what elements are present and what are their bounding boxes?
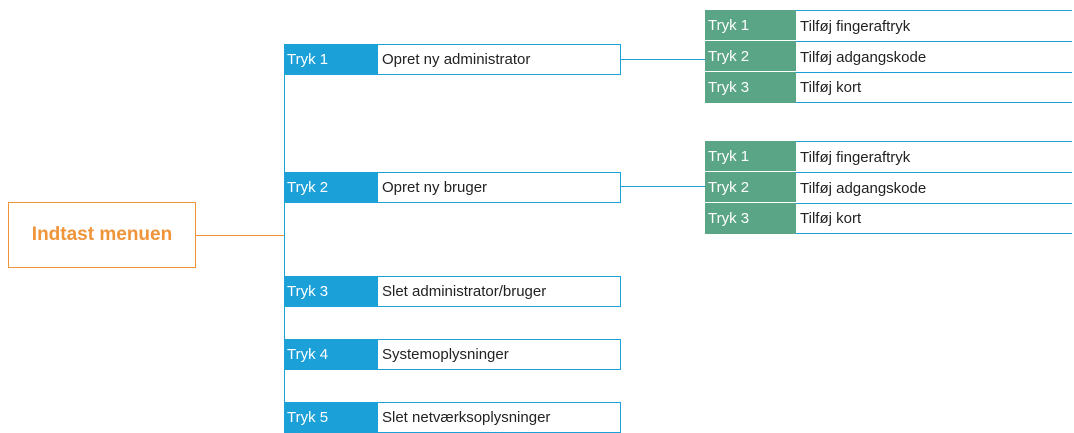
submenu-item-label: Tilføj adgangskode: [796, 172, 1072, 203]
submenu-item: Tryk 3 Tilføj kort: [705, 72, 1072, 103]
menu-item-key: Tryk 4: [284, 339, 378, 370]
menu-item-3: Tryk 3 Slet administrator/bruger: [284, 276, 621, 307]
menu-trunk: [284, 45, 285, 429]
submenu-item-label: Tilføj kort: [796, 203, 1072, 234]
submenu-item: Tryk 2 Tilføj adgangskode: [705, 172, 1072, 203]
menu-item-label: Opret ny bruger: [378, 172, 621, 203]
menu-item-key: Tryk 3: [284, 276, 378, 307]
menu-item-5: Tryk 5 Slet netværksoplysninger: [284, 402, 621, 433]
submenu-item: Tryk 2 Tilføj adgangskode: [705, 41, 1072, 72]
root-label: Indtast menuen: [31, 224, 173, 245]
submenu-item-key: Tryk 3: [705, 203, 796, 234]
submenu-item-label: Tilføj adgangskode: [796, 41, 1072, 72]
menu-item-2: Tryk 2 Opret ny bruger: [284, 172, 621, 203]
submenu-item-key: Tryk 2: [705, 172, 796, 203]
submenu-item-key: Tryk 3: [705, 72, 796, 103]
submenu-item-key: Tryk 2: [705, 41, 796, 72]
submenu-admin: Tryk 1 Tilføj fingeraftryk Tryk 2 Tilføj…: [705, 10, 1072, 103]
menu-item-key: Tryk 1: [284, 44, 378, 75]
menu-item-key: Tryk 5: [284, 402, 378, 433]
submenu-connector-2: [621, 186, 705, 187]
submenu-item-key: Tryk 1: [705, 141, 796, 172]
submenu-item-label: Tilføj fingeraftryk: [796, 10, 1072, 41]
menu-item-label: Opret ny administrator: [378, 44, 621, 75]
submenu-user: Tryk 1 Tilføj fingeraftryk Tryk 2 Tilføj…: [705, 141, 1072, 234]
submenu-item: Tryk 3 Tilføj kort: [705, 203, 1072, 234]
submenu-item-label: Tilføj fingeraftryk: [796, 141, 1072, 172]
submenu-item: Tryk 1 Tilføj fingeraftryk: [705, 141, 1072, 172]
menu-item-4: Tryk 4 Systemoplysninger: [284, 339, 621, 370]
submenu-connector-1: [621, 59, 705, 60]
menu-item-label: Slet netværksoplysninger: [378, 402, 621, 433]
submenu-item-key: Tryk 1: [705, 10, 796, 41]
menu-item-key: Tryk 2: [284, 172, 378, 203]
menu-item-label: Systemoplysninger: [378, 339, 621, 370]
menu-item-label: Slet administrator/bruger: [378, 276, 621, 307]
root-connector: [196, 235, 284, 236]
submenu-item-label: Tilføj kort: [796, 72, 1072, 103]
menu-item-1: Tryk 1 Opret ny administrator: [284, 44, 621, 75]
root-node: Indtast menuen: [8, 202, 196, 268]
submenu-item: Tryk 1 Tilføj fingeraftryk: [705, 10, 1072, 41]
